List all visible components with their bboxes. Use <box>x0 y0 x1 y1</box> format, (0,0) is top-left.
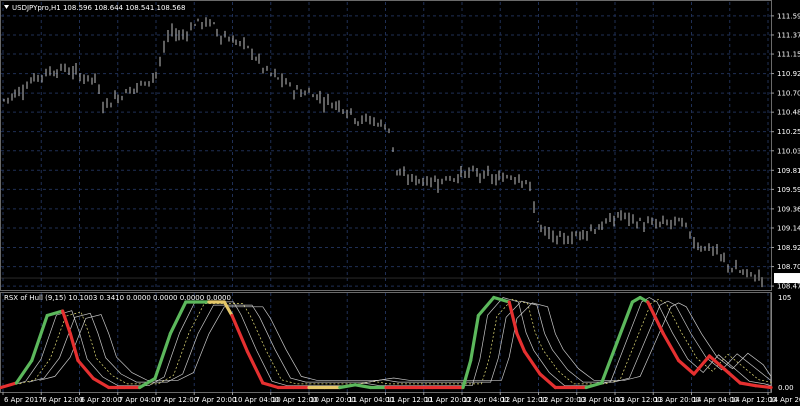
price-tick-label: 110.480 <box>777 109 800 117</box>
rsx-segment <box>515 331 527 354</box>
rsx-segment <box>738 381 758 388</box>
price-tick-label: 108.700 <box>777 263 800 271</box>
rsx-segment <box>168 300 188 336</box>
current-price-label: 108.568 <box>776 275 800 283</box>
price-tick-label: 111.590 <box>777 12 800 20</box>
indicator-band <box>10 297 772 387</box>
price-tick-label: 109.590 <box>777 186 800 194</box>
price-tag: 108.568 <box>774 273 800 284</box>
price-tick-label: 110.035 <box>777 147 800 155</box>
symbol-header[interactable]: USDJPYpro,H1 108.596 108.644 108.541 108… <box>4 4 185 12</box>
price-tick-label: 111.150 <box>777 51 800 59</box>
rsx-segment <box>353 383 373 390</box>
indicator-legend: RSX of Hull (9,15) 10.1003 0.3410 0.0000… <box>4 294 231 302</box>
indicator-band <box>19 298 772 385</box>
rsx-segment <box>68 331 80 363</box>
rsx-segment <box>469 313 480 363</box>
price-tick-label: 108.475 <box>777 283 800 291</box>
rsx-segment <box>245 349 265 385</box>
rsx-segment <box>615 300 635 345</box>
rsx-segment <box>476 295 496 318</box>
rsx-segment <box>661 331 681 363</box>
rsx-segment <box>45 309 65 318</box>
rsx-segment <box>492 295 511 304</box>
indicator-pane[interactable]: RSX of Hull (9,15) 10.1003 0.3410 0.0000… <box>0 292 794 393</box>
indicator-band <box>28 300 772 383</box>
rsx-segment <box>138 376 157 390</box>
time-tick-label: 7 Apr 04:00 <box>119 396 160 404</box>
time-tick-label: 6 Apr 2017 <box>4 396 43 404</box>
time-tick-label: 14 Apr 20:00 <box>769 396 800 404</box>
price-tick-label: 110.700 <box>777 90 800 98</box>
price-tick-label: 110.255 <box>777 128 800 136</box>
indicator-tick-top: 105 <box>778 294 791 302</box>
rsx-segment <box>522 349 542 376</box>
rsx-segment <box>753 384 773 390</box>
symbol-info: USDJPYpro,H1 108.596 108.644 108.541 108… <box>12 4 185 12</box>
rsx-segment <box>222 300 234 318</box>
rsx-segment <box>338 383 357 390</box>
rsx-segment <box>14 358 34 385</box>
price-tick-label: 110.925 <box>777 70 800 78</box>
time-tick-label: 7 Apr 20:00 <box>195 396 236 404</box>
indicator-grid <box>2 293 772 392</box>
time-tick-label: 7 Apr 12:00 <box>157 396 198 404</box>
time-tick-label: 6 Apr 12:00 <box>42 396 83 404</box>
rsx-segment <box>153 331 172 381</box>
time-tick-label: 6 Apr 20:00 <box>81 396 122 404</box>
rsx-segment <box>30 313 49 363</box>
rsx-segment <box>230 313 249 354</box>
indicator-tick-bottom: 0.00 <box>778 384 794 392</box>
rsx-segment <box>261 381 280 390</box>
price-tick-label: 109.365 <box>777 205 800 213</box>
price-tick-label: 108.920 <box>777 244 800 252</box>
triangle-down-icon[interactable] <box>4 5 9 9</box>
price-tick-label: 111.370 <box>777 31 800 39</box>
rsx-segment <box>599 340 619 385</box>
indicator-band <box>39 302 772 381</box>
price-grid <box>1 2 771 290</box>
price-tick-label: 109.145 <box>777 224 800 232</box>
time-axis: 6 Apr 2017 6 Apr 12:006 Apr 20:007 Apr 04… <box>2 392 800 404</box>
price-axis: 111.590 111.370 111.150 110.925 110.700 110.4… <box>771 12 800 291</box>
rsx-segment <box>461 358 473 390</box>
rsx-segment <box>91 376 111 390</box>
trading-chart[interactable]: 111.590 111.370 111.150 110.925 110.700 110.4… <box>0 0 800 406</box>
indicator-bands <box>10 297 772 387</box>
rsx-segment <box>584 381 604 390</box>
price-tick-label: 109.810 <box>777 167 800 175</box>
price-pane[interactable]: 111.590 111.370 111.150 110.925 110.700 110.4… <box>0 0 800 291</box>
